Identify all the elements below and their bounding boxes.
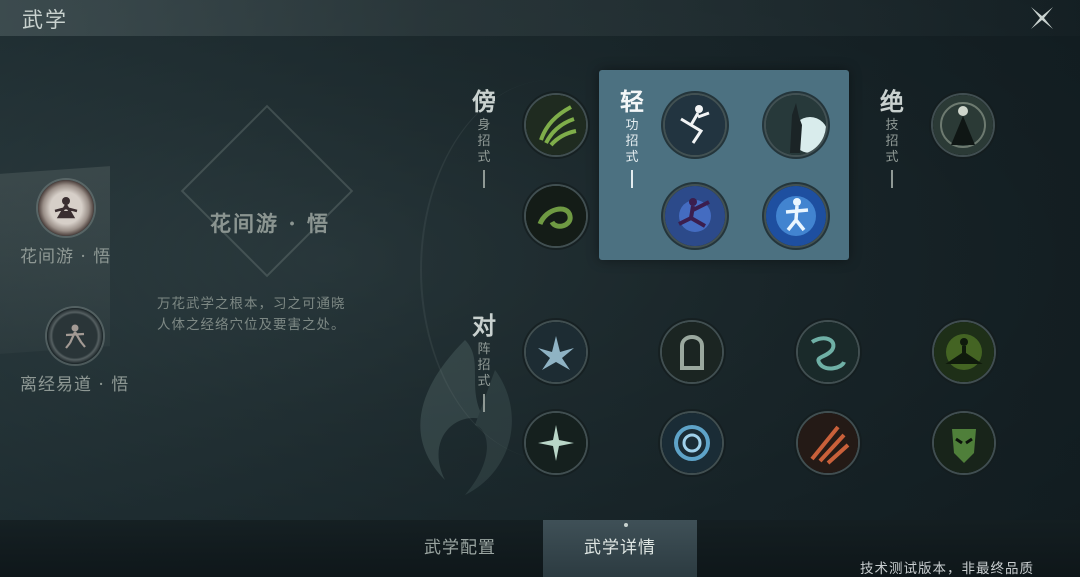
- category-label-qing[interactable]: 轻 功招式: [614, 86, 650, 188]
- category-char: 绝: [876, 86, 908, 118]
- figure-dance-icon: [46, 308, 103, 364]
- skill-blue-glow-figure[interactable]: [766, 186, 826, 246]
- page-title: 武学: [22, 8, 68, 32]
- category-label-dui: 对 阵招式: [466, 310, 502, 412]
- meditating-figure-icon: [934, 322, 994, 382]
- category-divider: [631, 170, 633, 188]
- left-skill-lijingyidao[interactable]: 离经易道 · 悟: [20, 308, 129, 395]
- skill-green-mask[interactable]: [934, 413, 994, 473]
- figure-meditate-icon: [37, 180, 94, 236]
- category-sub: 功招式: [625, 118, 639, 165]
- close-button[interactable]: [1028, 4, 1056, 32]
- blue-vortex-icon: [662, 413, 722, 473]
- skill-green-claw[interactable]: [526, 95, 586, 155]
- water-dragon-icon: [798, 322, 858, 382]
- left-skill-huajianyou[interactable]: 花间游 · 悟: [20, 180, 111, 267]
- left-skill-label: 离经易道 · 悟: [20, 375, 130, 395]
- skill-blue-vortex[interactable]: [662, 413, 722, 473]
- close-icon: [1031, 7, 1053, 29]
- skill-meditating-figure[interactable]: [934, 322, 994, 382]
- description-line: 万花武学之根本，习之可通晓: [157, 296, 346, 312]
- skill-green-swirl[interactable]: [526, 186, 586, 246]
- category-char: 轻: [616, 86, 648, 118]
- green-claw-icon: [526, 95, 586, 155]
- category-label-shen: 傍 身招式: [466, 86, 502, 188]
- tab-wuxue-config[interactable]: 武学配置: [383, 520, 537, 577]
- tab-wuxue-detail[interactable]: 武学详情: [543, 520, 697, 577]
- green-swirl-icon: [526, 186, 586, 246]
- category-divider: [891, 170, 893, 188]
- green-mask-icon: [934, 413, 994, 473]
- left-skill-label: 花间游 · 悟: [20, 247, 112, 267]
- stone-shield-icon: [662, 322, 722, 382]
- category-label-jue: 绝 技招式: [874, 86, 910, 188]
- fire-slash-icon: [798, 413, 858, 473]
- skill-stone-shield[interactable]: [662, 322, 722, 382]
- detail-description: 万花武学之根本，习之可通晓 人体之经络穴位及要害之处。: [157, 294, 397, 336]
- game-screen: 武学 花间游 · 悟 离经易道 · 悟 花间游 · 悟 万花武学之根本，习之可通…: [0, 0, 1080, 577]
- blue-glow-figure-icon: [766, 186, 826, 246]
- star-burst-icon: [526, 413, 586, 473]
- category-sub: 阵招式: [477, 342, 491, 389]
- category-divider: [483, 394, 485, 412]
- detail-title: 花间游 · 悟: [210, 211, 330, 236]
- category-divider: [483, 170, 485, 188]
- skill-water-dragon[interactable]: [798, 322, 858, 382]
- skill-leaping-figure[interactable]: [665, 95, 725, 155]
- description-line: 人体之经络穴位及要害之处。: [157, 317, 346, 333]
- active-tab-indicator: [624, 523, 628, 527]
- category-sub: 身招式: [477, 118, 491, 165]
- lotus-burst-icon: [526, 322, 586, 382]
- category-sub: 技招式: [885, 118, 899, 165]
- title-bar: [0, 0, 1080, 36]
- version-notice: 技术测试版本，非最终品质: [860, 561, 1034, 577]
- raised-hand-icon: [766, 95, 826, 155]
- skill-raised-hand[interactable]: [766, 95, 826, 155]
- category-char: 对: [468, 310, 500, 342]
- robed-master-icon: [933, 95, 993, 155]
- leaping-figure-icon: [665, 95, 725, 155]
- skill-lotus-burst[interactable]: [526, 322, 586, 382]
- purple-kick-icon: [665, 186, 725, 246]
- skill-robed-master[interactable]: [933, 95, 993, 155]
- skill-purple-kick[interactable]: [665, 186, 725, 246]
- category-char: 傍: [468, 86, 500, 118]
- skill-fire-slash[interactable]: [798, 413, 858, 473]
- skill-star-burst[interactable]: [526, 413, 586, 473]
